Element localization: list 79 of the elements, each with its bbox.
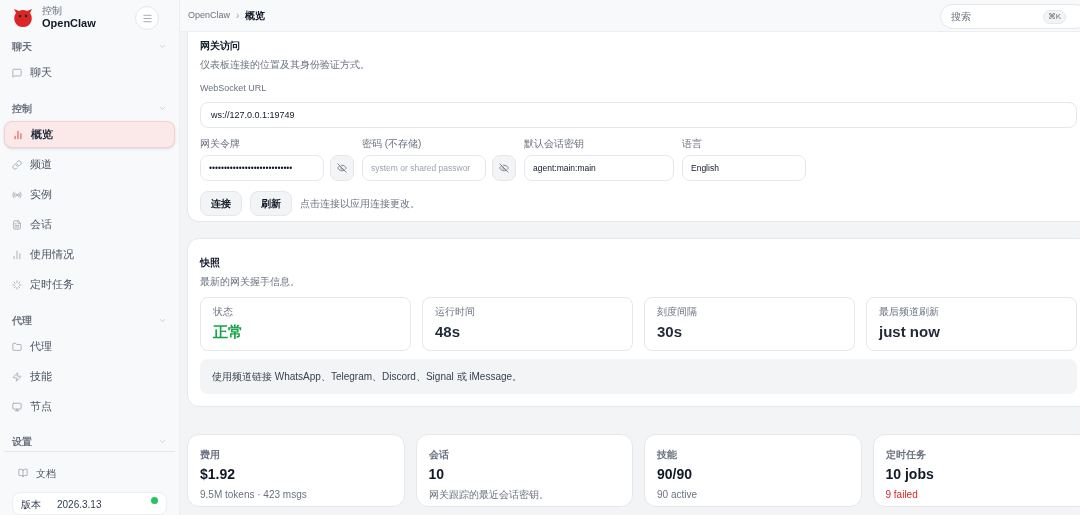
summary-value: 10 xyxy=(428,465,446,484)
radio-waves-icon xyxy=(12,189,22,200)
bar-chart-icon xyxy=(13,129,23,140)
summary-label: 会话 xyxy=(428,448,450,462)
nav-item[interactable]: 代理 xyxy=(4,333,175,360)
field-label: 语言 xyxy=(682,136,703,151)
summary-detail: 网关跟踪的最近会话密钥。 xyxy=(428,488,550,502)
summary-detail: 90 active xyxy=(657,488,699,502)
field-label: WebSocket URL xyxy=(200,82,268,95)
card-title: 网关访问 xyxy=(200,39,241,53)
section-label: 控制 xyxy=(12,101,32,116)
version-value: 2026.3.13 xyxy=(57,498,102,513)
chat-bubble-icon xyxy=(12,67,22,78)
summary-value: $1.92 xyxy=(200,465,237,484)
stat-value: 正常 xyxy=(213,322,244,342)
summary-value: 90/90 xyxy=(657,465,694,484)
breadcrumb-current: 概览 xyxy=(245,9,266,23)
stat-value: just now xyxy=(879,322,941,342)
section-label: 代理 xyxy=(12,313,32,328)
nav-item[interactable]: 聊天 xyxy=(4,59,175,86)
text-field[interactable]: English xyxy=(682,154,806,181)
eye-off-icon xyxy=(337,162,347,173)
toggle-visibility-button[interactable] xyxy=(330,154,354,181)
summary-detail: 9 failed xyxy=(885,488,919,502)
secret-field[interactable]: system or shared passwor xyxy=(362,154,486,181)
nav-item[interactable]: 概览 xyxy=(4,121,175,148)
url-field[interactable]: ws://127.0.0.1:19749 xyxy=(200,101,1077,128)
monitor-icon xyxy=(12,401,22,412)
nav-item[interactable]: 技能 xyxy=(4,363,175,390)
nav-item[interactable]: 频道 xyxy=(4,151,175,178)
lightning-icon xyxy=(12,371,22,382)
nav-item[interactable]: 节点 xyxy=(4,393,175,420)
card-title: 快照 xyxy=(200,256,221,270)
brand-title: OpenClaw xyxy=(42,17,96,32)
field-label: 默认会话密钥 xyxy=(524,136,585,151)
section-label: 聊天 xyxy=(12,39,32,54)
nav-item[interactable]: 会话 xyxy=(4,211,175,238)
version-label: 版本 xyxy=(21,498,41,513)
nav-item[interactable]: 实例 xyxy=(4,181,175,208)
summary-label: 费用 xyxy=(200,448,221,462)
menu-button[interactable] xyxy=(135,6,159,30)
brand-subtitle: 控制 xyxy=(42,4,63,18)
chevron-icon[interactable] xyxy=(158,437,167,446)
link-icon xyxy=(12,159,22,170)
menu-icon xyxy=(141,12,153,24)
breadcrumb-separator: › xyxy=(236,9,240,23)
secret-field[interactable]: •••••••••••••••••••••••••••• xyxy=(200,154,324,181)
stat-label: 运行时间 xyxy=(435,305,476,319)
nav-item[interactable]: 使用情况 xyxy=(4,241,175,268)
stat-label: 最后频道刷新 xyxy=(879,305,940,319)
docs-link[interactable]: 文档 xyxy=(4,464,175,483)
document-icon xyxy=(12,219,22,230)
summary-label: 技能 xyxy=(657,448,678,462)
stat-label: 状态 xyxy=(213,305,234,319)
book-icon xyxy=(18,468,28,479)
bar-chart-icon xyxy=(12,249,22,260)
stat-label: 刻度间隔 xyxy=(657,305,698,319)
field-label: 密码 (不存储) xyxy=(362,136,423,151)
hint-text: 点击连接以应用连接更改。 xyxy=(300,196,420,211)
eye-off-icon xyxy=(499,162,509,173)
text-field[interactable]: agent:main:main xyxy=(524,154,674,181)
stat-value: 48s xyxy=(435,322,462,342)
field-label: 网关令牌 xyxy=(200,136,241,151)
info-note: 使用频道链接 WhatsApp、Telegram、Discord、Signal 或 iMessage。 xyxy=(200,359,1077,394)
card-subtitle: 最新的网关握手信息。 xyxy=(200,275,301,289)
summary-value: 10 jobs xyxy=(885,465,935,484)
connect-button[interactable]: 连接 xyxy=(200,190,242,216)
breadcrumb-link[interactable]: OpenClaw xyxy=(188,8,231,23)
section-label: 设置 xyxy=(12,435,32,449)
summary-label: 定时任务 xyxy=(885,448,927,462)
card-subtitle: 仪表板连接的位置及其身份验证方式。 xyxy=(200,58,371,72)
stat-value: 30s xyxy=(657,322,684,342)
spinner-icon xyxy=(12,279,22,290)
folder-icon xyxy=(12,341,22,352)
logo-icon xyxy=(12,7,34,29)
toggle-visibility-button[interactable] xyxy=(492,154,516,181)
refresh-button[interactable]: 刷新 xyxy=(250,190,292,216)
nav-item[interactable]: 定时任务 xyxy=(4,271,175,298)
summary-detail: 9.5M tokens · 423 msgs xyxy=(200,488,308,502)
